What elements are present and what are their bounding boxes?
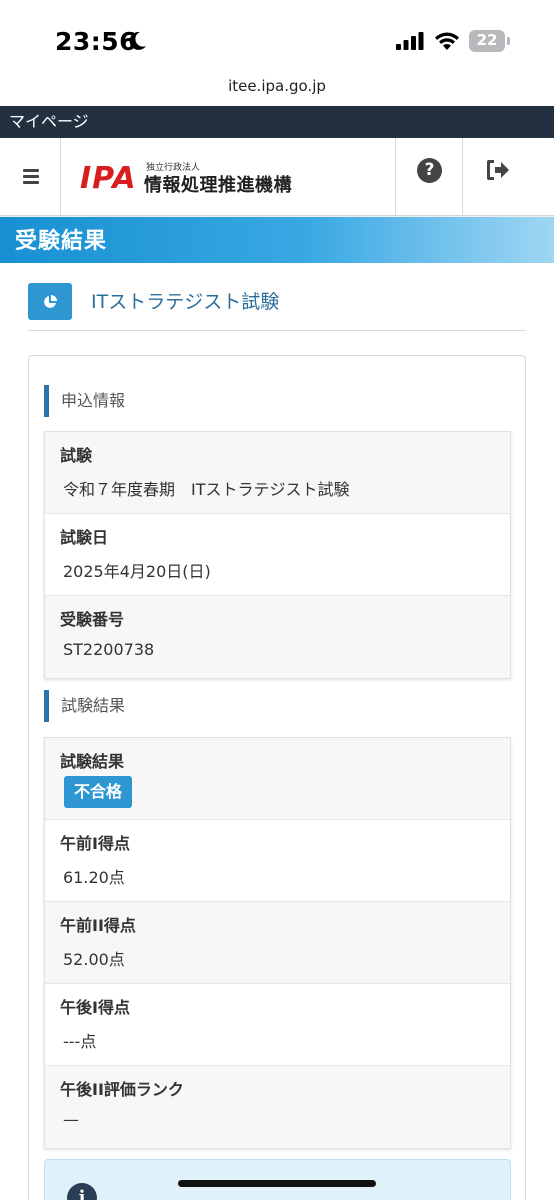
info-circle-icon: i — [67, 1183, 97, 1200]
row-label: 試験日 — [60, 528, 109, 547]
table-row: 午後II評価ランク — — [45, 1066, 510, 1148]
result-card: 申込情報 試験 令和７年度春期 ITストラテジスト試験 試験日 2025年4月2… — [28, 355, 526, 1200]
question-circle-icon: ? — [417, 158, 442, 183]
row-label: 午前I得点 — [60, 834, 130, 853]
battery-level: 22 — [476, 31, 498, 49]
url-bar[interactable]: itee.ipa.go.jp — [0, 72, 554, 106]
application-table: 試験 令和７年度春期 ITストラテジスト試験 試験日 2025年4月20日(日)… — [44, 431, 511, 679]
exam-title: ITストラテジスト試験 — [91, 291, 280, 313]
site-header: IPA 独立行政法人 情報処理推進機構 ? — [0, 138, 554, 216]
row-value: 61.20点 — [63, 868, 125, 887]
status-time: 23:56 — [55, 27, 138, 56]
sign-out-icon — [487, 160, 509, 180]
row-label: 午前II得点 — [60, 916, 136, 935]
row-value: — — [63, 1110, 79, 1129]
row-label: 試験結果 — [60, 752, 125, 771]
logo-name: 情報処理推進機構 — [144, 175, 292, 196]
hamburger-icon-line — [23, 181, 39, 184]
help-button[interactable]: ? — [395, 138, 463, 216]
pie-chart-icon — [28, 283, 72, 320]
menu-button[interactable] — [0, 138, 61, 216]
table-row: 試験 令和７年度春期 ITストラテジスト試験 — [45, 432, 510, 514]
moon-icon — [129, 31, 146, 50]
hamburger-icon — [23, 169, 39, 172]
row-label: 試験 — [60, 446, 93, 465]
home-indicator[interactable] — [178, 1180, 376, 1187]
results-table: 試験結果 不合格 午前I得点 61.20点 午前II得点 52.00点 午後I得… — [44, 737, 511, 1149]
application-section-heading: 申込情報 — [44, 385, 125, 417]
exam-title-row: ITストラテジスト試験 — [28, 282, 526, 331]
row-value: 2025年4月20日(日) — [63, 562, 211, 581]
results-section-heading: 試験結果 — [44, 690, 125, 722]
row-value: 52.00点 — [63, 950, 125, 969]
table-row: 試験日 2025年4月20日(日) — [45, 514, 510, 596]
page-title: 受験結果 — [15, 229, 108, 254]
title-band: 受験結果 — [0, 217, 554, 263]
status-bar: 23:56 22 — [0, 0, 554, 76]
table-row: 午後I得点 ---点 — [45, 984, 510, 1066]
status-badge: 不合格 — [64, 776, 133, 808]
table-row: 受験番号 ST2200738 — [45, 596, 510, 678]
ipa-logo[interactable]: IPA 独立行政法人 情報処理推進機構 — [80, 158, 320, 198]
row-value: ---点 — [63, 1032, 97, 1051]
logo-mark: IPA — [80, 161, 137, 196]
row-label: 午後I得点 — [60, 998, 130, 1017]
table-row: 午前II得点 52.00点 — [45, 902, 510, 984]
wifi-icon — [435, 32, 459, 50]
row-label: 受験番号 — [60, 610, 125, 629]
cellular-signal-icon — [396, 32, 424, 50]
table-row: 試験結果 不合格 — [45, 738, 510, 820]
row-value: 令和７年度春期 ITストラテジスト試験 — [63, 480, 350, 499]
logout-button[interactable] — [463, 138, 554, 216]
table-row: 午前I得点 61.20点 — [45, 820, 510, 902]
row-value: ST2200738 — [63, 640, 155, 659]
mypage-bar: マイページ — [0, 106, 554, 138]
hamburger-icon-line — [23, 175, 39, 178]
battery-icon: 22 — [469, 30, 511, 52]
row-label: 午後II評価ランク — [60, 1080, 184, 1099]
